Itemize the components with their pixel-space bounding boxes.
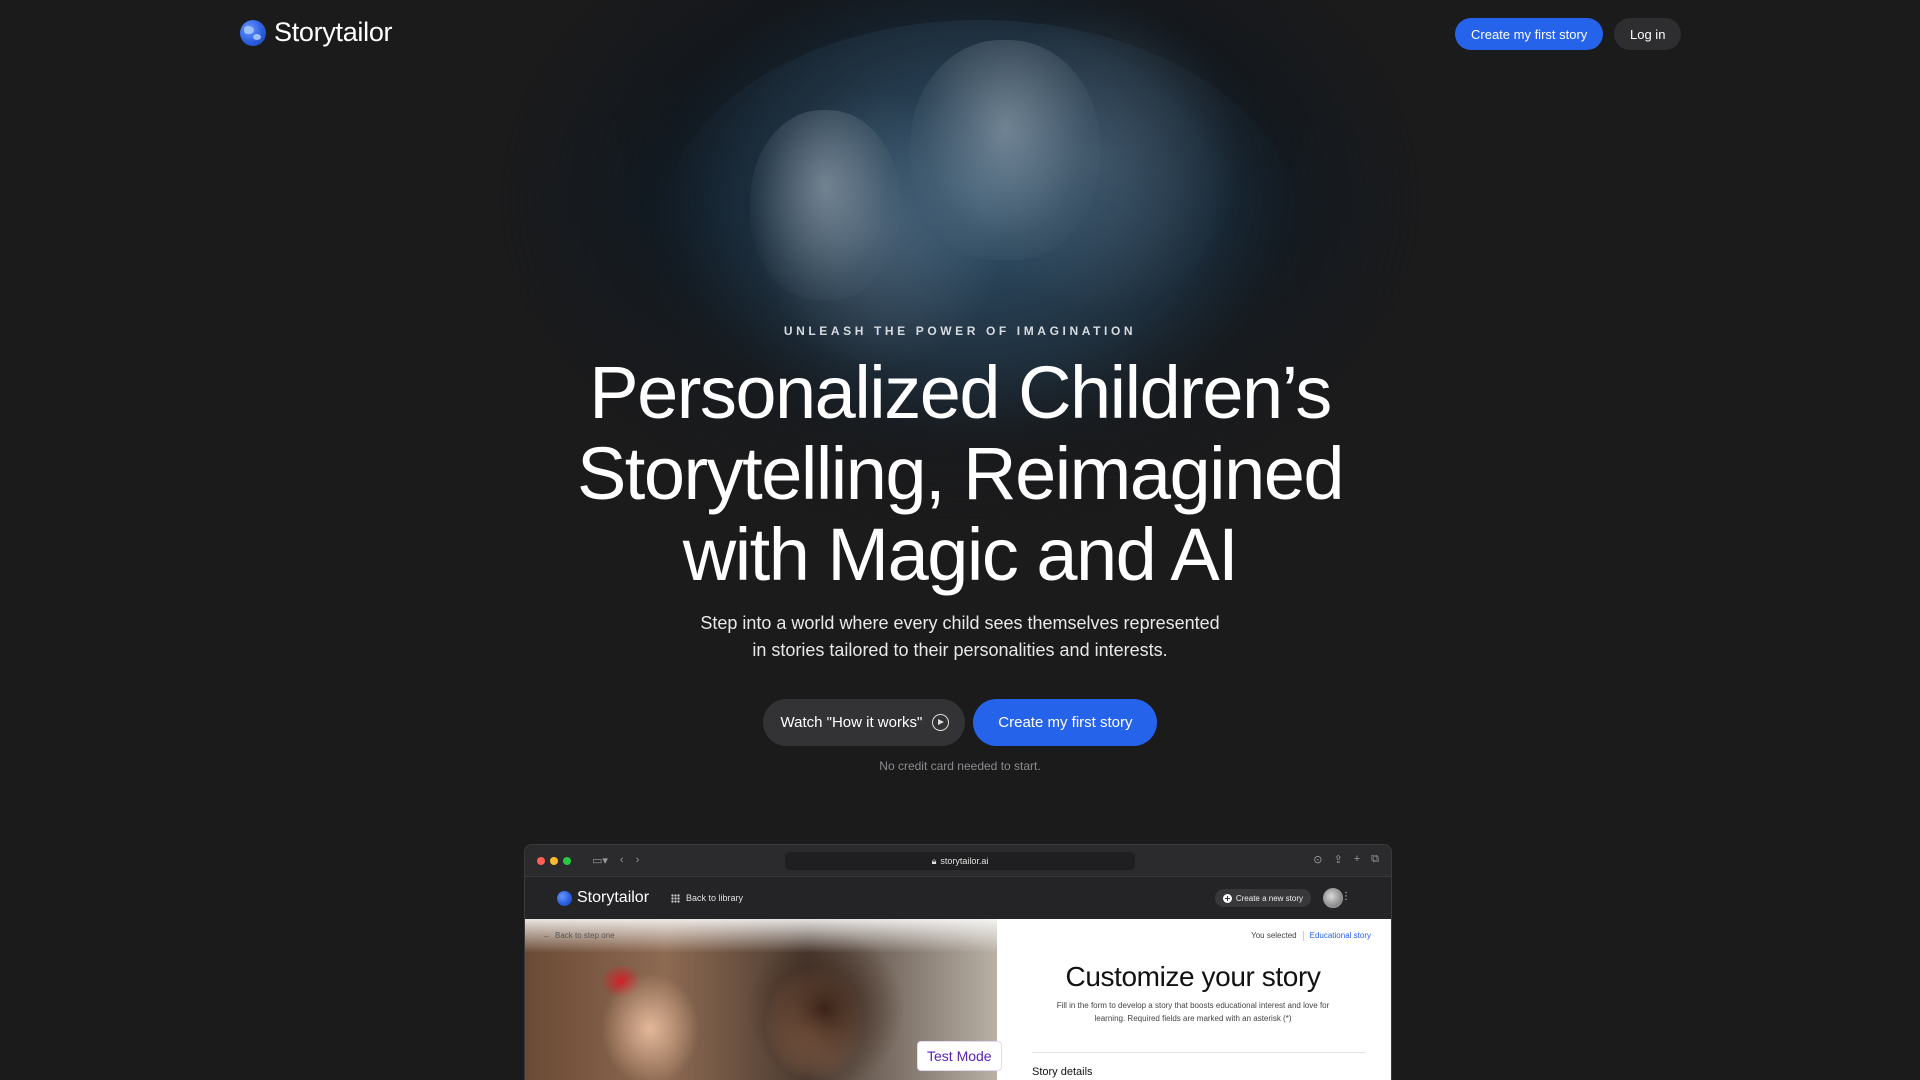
mockup-description: Fill in the form to develop a story that… (1056, 1001, 1330, 1023)
mockup-divider (1032, 1052, 1366, 1053)
subtext-line-1: Step into a world where every child sees… (700, 613, 1220, 633)
window-close-dot (537, 856, 545, 865)
test-mode-badge: Test Mode (917, 1041, 1002, 1071)
tabs-icon: ⧉ (1371, 853, 1379, 865)
url-bar: 🔒︎ storytailor.ai (785, 852, 1135, 870)
hero-cta-row: Watch "How it works" Create my first sto… (0, 699, 1920, 746)
login-button[interactable]: Log in (1614, 18, 1682, 50)
no-credit-card-note: No credit card needed to start. (879, 759, 1041, 773)
hero-eyebrow: UNLEASH THE POWER OF IMAGINATION (783, 324, 1137, 338)
logo-text: Storytailor (274, 17, 393, 47)
back-to-step-link: ← Back to step one (543, 931, 615, 940)
new-tab-icon: + (1353, 853, 1361, 865)
back-to-library-link: Back to library (671, 893, 743, 903)
site-logo[interactable]: Storytailor (240, 17, 393, 48)
plus-icon (1222, 893, 1232, 903)
browser-mockup: ▭▾ ‹ › 🔒︎ storytailor.ai ⊙ ⇪ + ⧉ Storyta… (524, 844, 1392, 1080)
url-text: storytailor.ai (940, 856, 989, 866)
watch-how-it-works-button[interactable]: Watch "How it works" (762, 699, 966, 746)
lock-icon: 🔒︎ (931, 855, 937, 866)
hero-photo-adult (910, 40, 1100, 260)
create-new-story-label: Create a new story (1235, 893, 1303, 903)
mockup-logo-text: Storytailor (577, 889, 650, 906)
avatar (1323, 888, 1343, 908)
globe-logo-icon (240, 19, 266, 46)
back-arrow-icon: ‹ (619, 854, 624, 866)
hero-create-story-button[interactable]: Create my first story (973, 699, 1158, 746)
browser-nav-icons: ▭▾ ‹ › (592, 854, 639, 867)
subtext-line-2: in stories tailored to their personaliti… (752, 640, 1168, 660)
mockup-content: ← Back to step one You selected Educatio… (525, 919, 1391, 1080)
share-icon: ⇪ (1333, 854, 1343, 866)
mockup-logo: Storytailor (557, 889, 649, 907)
grid-icon (671, 893, 681, 903)
headline-line-1: Personalized Children’s (589, 351, 1332, 434)
play-circle-icon (932, 714, 950, 731)
hero-headline: Personalized Children’s Storytelling, Re… (0, 352, 1920, 595)
nav-create-story-button[interactable]: Create my first story (1455, 18, 1604, 50)
back-to-step-label: Back to step one (555, 931, 615, 940)
selection-summary: You selected Educational story (1251, 931, 1371, 941)
forward-arrow-icon: › (635, 854, 640, 866)
selected-value: Educational story (1309, 931, 1371, 940)
window-maximize-dot (563, 856, 571, 865)
top-nav: Storytailor Create my first story Log in (0, 0, 1920, 68)
mockup-create-new-story-button: Create a new story (1214, 889, 1311, 907)
back-to-library-label: Back to library (686, 893, 744, 903)
hero-subtext: Step into a world where every child sees… (0, 610, 1920, 664)
headline-line-2: Storytelling, Reimagined (576, 432, 1345, 515)
globe-logo-icon (557, 890, 572, 906)
mockup-app-bar: Storytailor Back to library Create a new… (525, 877, 1391, 919)
selection-divider (1302, 931, 1304, 941)
headline-line-3: with Magic and AI (682, 513, 1239, 596)
mockup-title: Customize your story (1065, 961, 1321, 992)
arrow-left-icon: ← (543, 931, 551, 940)
sidebar-toggle-icon: ▭▾ (592, 855, 608, 867)
browser-chrome: ▭▾ ‹ › 🔒︎ storytailor.ai ⊙ ⇪ + ⧉ (525, 845, 1391, 877)
watch-label: Watch "How it works" (780, 714, 923, 731)
kebab-menu-icon: ⋮ (1341, 891, 1351, 902)
you-selected-label: You selected (1251, 931, 1297, 940)
download-icon: ⊙ (1313, 854, 1323, 866)
story-details-heading: Story details (1032, 1066, 1093, 1078)
hero-photo-child (750, 110, 900, 300)
browser-actions: ⊙ ⇪ + ⧉ (1313, 853, 1379, 866)
window-minimize-dot (550, 856, 558, 865)
